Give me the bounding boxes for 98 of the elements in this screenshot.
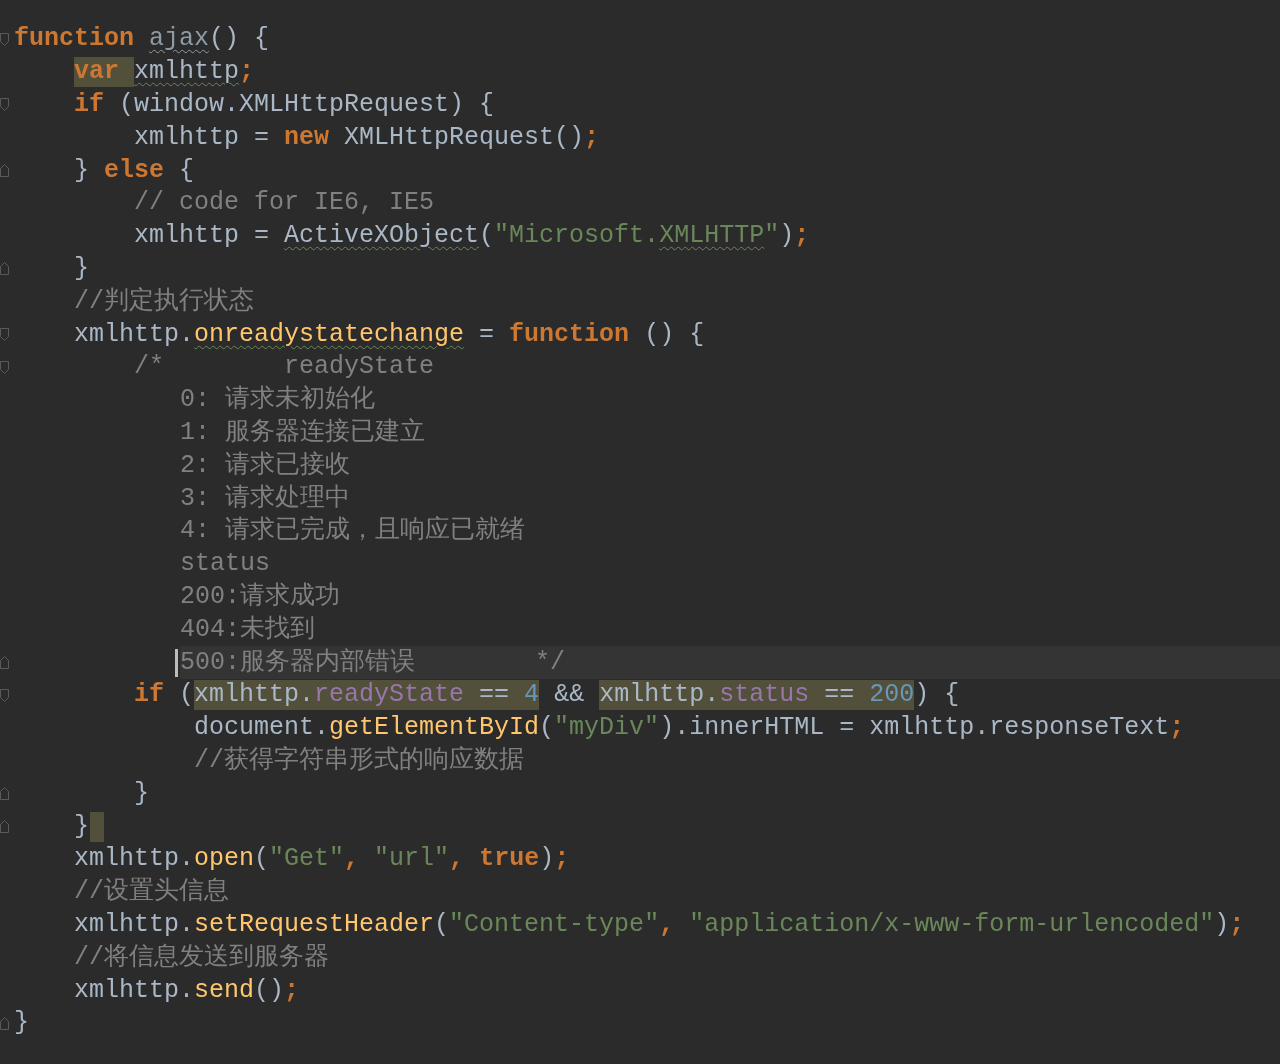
- code-text: xmlhttp.: [599, 680, 720, 711]
- code-text: ): [779, 221, 795, 252]
- code-text: ): [1214, 909, 1230, 940]
- code-text: (: [179, 680, 195, 711]
- code-comment: 500:服务器内部错误 */: [180, 647, 566, 678]
- keyword: ,: [344, 844, 361, 875]
- fold-marker-icon[interactable]: [0, 787, 9, 801]
- keyword: ;: [1229, 909, 1245, 940]
- code-comment: 2: 请求已接收: [180, 450, 350, 481]
- code-text: ) {: [914, 680, 960, 711]
- code-text: (: [479, 221, 495, 252]
- code-text: (: [254, 844, 270, 875]
- fold-marker-icon[interactable]: [0, 1016, 9, 1030]
- keyword: ;: [1169, 713, 1185, 744]
- code-text: (: [434, 909, 450, 940]
- code-text: XMLHttpRequest(): [344, 122, 585, 153]
- code-comment: /* readyState: [134, 352, 435, 383]
- keyword: else: [104, 155, 166, 186]
- code-text: xmlhttp.: [74, 844, 195, 875]
- code-text: }: [14, 1008, 29, 1039]
- code-text: (): [254, 975, 285, 1006]
- code-text: ==: [809, 680, 870, 711]
- code-comment: //设置头信息: [74, 877, 229, 908]
- fold-marker-icon[interactable]: [0, 164, 9, 178]
- keyword: new: [284, 122, 331, 153]
- code-comment: //将信息发送到服务器: [74, 942, 329, 973]
- code-text: () {: [209, 24, 270, 55]
- fold-marker-icon[interactable]: [0, 98, 9, 112]
- code-text: }: [134, 778, 149, 809]
- property-name: readyState: [314, 680, 465, 711]
- method-name: open: [194, 844, 255, 875]
- code-comment: // code for IE6, IE5: [134, 188, 435, 219]
- string-literal: "myDiv": [554, 713, 660, 744]
- fold-marker-icon[interactable]: [0, 656, 9, 670]
- keyword: if: [134, 680, 165, 711]
- code-text: ): [539, 844, 555, 875]
- string-literal: "Content-type": [449, 909, 660, 940]
- string-literal: "Get": [269, 844, 345, 875]
- code-comment: 1: 服务器连接已建立: [180, 417, 425, 448]
- number-literal: 4: [524, 680, 540, 711]
- code-comment: 4: 请求已完成，且响应已就绪: [180, 516, 525, 547]
- keyword: var: [74, 57, 134, 88]
- code-text: {: [179, 155, 195, 186]
- number-literal: 200: [869, 680, 915, 711]
- code-comment: status: [180, 549, 270, 580]
- keyword: function: [509, 319, 631, 350]
- keyword: ;: [554, 844, 570, 875]
- code-text: (: [539, 713, 555, 744]
- keyword: true: [479, 844, 540, 875]
- code-text: ==: [464, 680, 525, 711]
- keyword: ;: [284, 975, 300, 1006]
- code-comment: //判定执行状态: [74, 286, 254, 317]
- fold-marker-icon[interactable]: [0, 360, 9, 374]
- string-literal: "application/x-www-form-urlencoded": [689, 909, 1215, 940]
- fold-marker-icon[interactable]: [0, 688, 9, 702]
- code-text: xmlhttp.: [74, 319, 195, 350]
- fold-marker-icon[interactable]: [0, 328, 9, 342]
- code-comment: 0: 请求未初始化: [180, 385, 375, 416]
- code-text: xmlhttp.: [194, 680, 315, 711]
- property-name: status: [719, 680, 810, 711]
- code-text: (window.XMLHttpRequest) {: [119, 90, 495, 120]
- keyword: ;: [584, 122, 600, 153]
- code-comment: 3: 请求处理中: [180, 483, 350, 514]
- code-text: xmlhttp =: [134, 221, 271, 252]
- code-text: }: [74, 811, 89, 842]
- keyword: function: [14, 24, 136, 55]
- string-literal: XMLHTTP: [659, 221, 765, 252]
- string-literal: "Microsoft.: [494, 221, 660, 252]
- code-text: ActiveXObject: [284, 221, 480, 252]
- code-comment: //获得字符串形式的响应数据: [194, 745, 524, 776]
- method-name: onreadystatechange: [194, 319, 465, 350]
- code-text: document.: [194, 713, 330, 744]
- code-text: }: [74, 155, 90, 186]
- code-text: xmlhttp.: [74, 909, 195, 940]
- code-text: xmlhttp =: [134, 122, 271, 153]
- function-name: ajax: [149, 24, 210, 55]
- code-text: xmlhttp.: [74, 975, 195, 1006]
- code-text: ).innerHTML = xmlhttp.responseText: [659, 713, 1170, 744]
- fold-marker-icon[interactable]: [0, 32, 9, 46]
- keyword: if: [74, 90, 105, 120]
- fold-marker-icon[interactable]: [0, 262, 9, 276]
- string-literal: "url": [374, 844, 450, 875]
- code-comment: 404:未找到: [180, 614, 315, 645]
- code-text: xmlhttp: [134, 57, 240, 88]
- method-name: setRequestHeader: [194, 909, 435, 940]
- code-comment: 200:请求成功: [180, 581, 340, 612]
- keyword: ;: [239, 57, 255, 88]
- string-literal: ": [764, 221, 780, 252]
- method-name: send: [194, 975, 255, 1006]
- code-text: () {: [644, 319, 705, 350]
- keyword: ;: [794, 221, 810, 252]
- code-text: =: [478, 319, 496, 350]
- fold-marker-icon[interactable]: [0, 820, 9, 833]
- keyword: ,: [449, 844, 466, 875]
- code-text: }: [74, 253, 89, 284]
- code-text: &&: [553, 680, 586, 711]
- keyword: ,: [659, 909, 676, 940]
- method-name: getElementById: [329, 713, 540, 744]
